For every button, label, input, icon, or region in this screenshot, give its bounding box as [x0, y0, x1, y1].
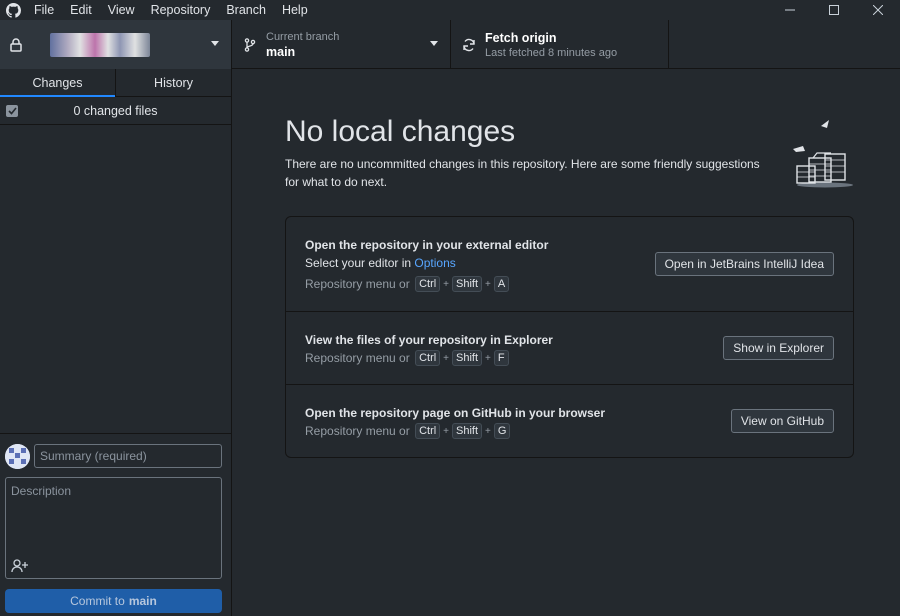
- menu-edit[interactable]: Edit: [62, 0, 100, 20]
- chevron-down-icon: [211, 41, 219, 46]
- chevron-down-icon: [430, 41, 438, 46]
- open-in-editor-button[interactable]: Open in JetBrains IntelliJ Idea: [654, 252, 834, 276]
- tab-history[interactable]: History: [115, 69, 231, 96]
- close-button[interactable]: [856, 0, 900, 20]
- shortcut-prefix: Repository menu or: [305, 277, 410, 291]
- menu-repository[interactable]: Repository: [143, 0, 219, 20]
- shortcut-prefix: Repository menu or: [305, 424, 410, 438]
- current-branch-value: main: [266, 44, 296, 59]
- summary-input[interactable]: [34, 444, 222, 468]
- person-add-icon[interactable]: [11, 559, 29, 573]
- commit-button-label: Commit to: [70, 594, 125, 608]
- lock-icon: [8, 37, 24, 53]
- key-a: A: [493, 276, 510, 292]
- description-box: [5, 477, 222, 579]
- suggestion-title: Open the repository page on GitHub in yo…: [305, 406, 606, 420]
- changed-files-count: 0 changed files: [73, 103, 158, 118]
- menu-help[interactable]: Help: [274, 0, 316, 20]
- key-g: G: [493, 423, 511, 439]
- key-f: F: [493, 350, 509, 366]
- repository-selector[interactable]: [0, 20, 232, 69]
- keyboard-shortcut: Repository menu or Ctrl + Shift + F: [305, 350, 511, 366]
- view-on-github-button[interactable]: View on GitHub: [730, 409, 834, 433]
- suggestion-open-editor: Open the repository in your external edi…: [286, 217, 853, 312]
- toolbar: Current branch main Fetch origin Last fe…: [0, 20, 900, 69]
- main-content: No local changes There are no uncommitte…: [233, 69, 900, 616]
- window-controls: [768, 0, 900, 20]
- maximize-button[interactable]: [812, 0, 856, 20]
- description-input[interactable]: [6, 478, 221, 554]
- sync-icon: [461, 37, 477, 53]
- page-subtitle: There are no uncommitted changes in this…: [285, 157, 760, 189]
- suggestion-description: Select your editor in Options: [305, 256, 456, 270]
- key-shift: Shift: [452, 423, 483, 439]
- key-ctrl: Ctrl: [415, 276, 441, 292]
- commit-button[interactable]: Commit to main: [5, 589, 222, 613]
- page-title: No local changes: [285, 115, 516, 148]
- menu-view[interactable]: View: [100, 0, 143, 20]
- keyboard-shortcut: Repository menu or Ctrl + Shift + G: [305, 423, 512, 439]
- tab-changes[interactable]: Changes: [0, 69, 115, 97]
- shortcut-prefix: Repository menu or: [305, 351, 410, 365]
- repository-name-redacted: [50, 32, 150, 57]
- suggestions-panel: Open the repository in your external edi…: [285, 216, 854, 458]
- fetch-origin-button[interactable]: Fetch origin Last fetched 8 minutes ago: [451, 20, 669, 69]
- suggestion-title: View the files of your repository in Exp…: [305, 333, 553, 347]
- sidebar-tabs: Changes History: [0, 69, 231, 97]
- empty-state-illustration: [785, 114, 857, 190]
- key-shift: Shift: [452, 350, 483, 366]
- commit-area: Commit to main: [0, 433, 232, 616]
- minimize-button[interactable]: [768, 0, 812, 20]
- menu-bar: File Edit View Repository Branch Help: [0, 0, 900, 20]
- branch-selector[interactable]: Current branch main: [232, 20, 451, 69]
- menu-branch[interactable]: Branch: [218, 0, 274, 20]
- key-shift: Shift: [452, 276, 483, 292]
- github-icon: [0, 0, 26, 20]
- sidebar: Changes History 0 changed files Summary …: [0, 69, 232, 616]
- select-all-checkbox[interactable]: [6, 105, 18, 117]
- fetch-origin-label: Fetch origin: [485, 30, 557, 45]
- avatar: [5, 444, 30, 469]
- keyboard-shortcut: Repository menu or Ctrl + Shift + A: [305, 276, 511, 292]
- suggestion-show-explorer: View the files of your repository in Exp…: [286, 312, 853, 385]
- last-fetched-status: Last fetched 8 minutes ago: [485, 46, 618, 59]
- show-in-explorer-button[interactable]: Show in Explorer: [723, 336, 834, 360]
- suggestion-title: Open the repository in your external edi…: [305, 238, 549, 252]
- options-link[interactable]: Options: [414, 256, 455, 270]
- git-branch-icon: [242, 37, 258, 53]
- key-ctrl: Ctrl: [415, 350, 441, 366]
- current-branch-label: Current branch: [266, 30, 340, 43]
- suggestion-description-text: Select your editor in: [305, 256, 412, 270]
- key-ctrl: Ctrl: [415, 423, 441, 439]
- menu-file[interactable]: File: [26, 0, 62, 20]
- suggestion-view-github: Open the repository page on GitHub in yo…: [286, 385, 853, 457]
- commit-button-branch: main: [128, 594, 157, 608]
- changes-header: 0 changed files: [0, 97, 231, 125]
